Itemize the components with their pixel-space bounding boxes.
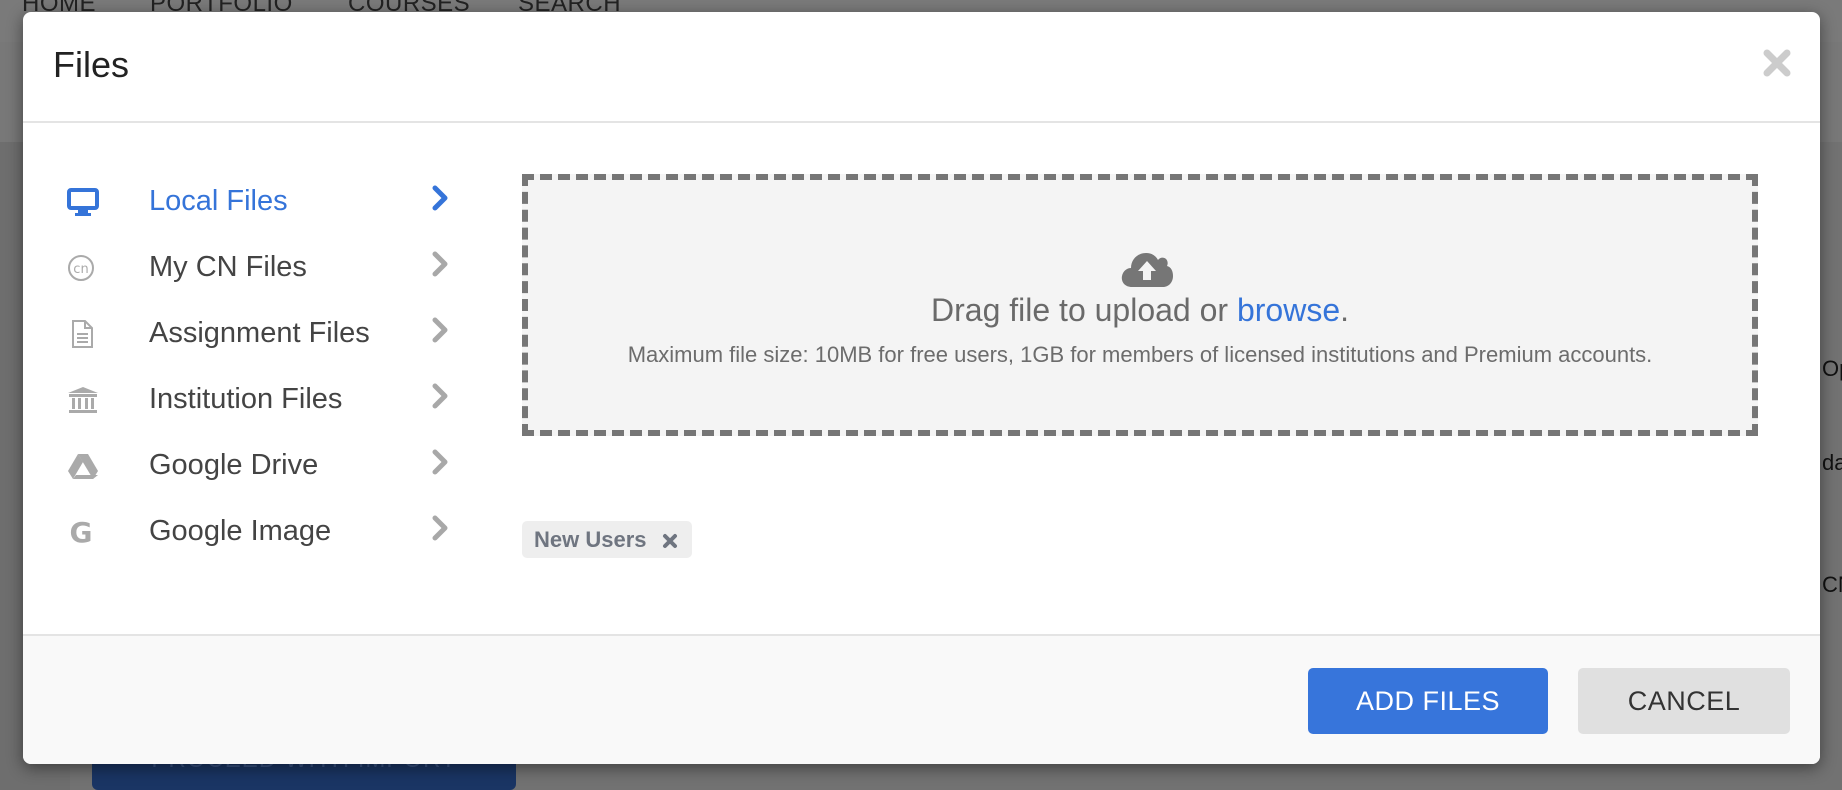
background-fragment: Opt bbox=[1822, 356, 1842, 381]
sidebar-item-institution-files[interactable]: Institution Files bbox=[67, 375, 448, 425]
dropzone-text: Drag file to upload or bbox=[931, 292, 1237, 328]
tag-label: New Users bbox=[534, 527, 647, 552]
close-icon bbox=[1763, 49, 1791, 77]
google-drive-icon bbox=[68, 454, 98, 479]
dropzone-period: . bbox=[1340, 292, 1349, 328]
chevron-right-icon bbox=[432, 251, 448, 277]
cancel-button[interactable]: CANCEL bbox=[1578, 668, 1790, 734]
cloud-upload-icon bbox=[1121, 253, 1173, 287]
files-modal: Files Local Files cn My CN Files Assignm… bbox=[23, 12, 1820, 764]
file-dropzone[interactable]: Drag file to upload or browse. Maximum f… bbox=[522, 174, 1758, 436]
modal-footer: ADD FILES CANCEL bbox=[23, 634, 1820, 764]
sidebar-item-assignment-files[interactable]: Assignment Files bbox=[67, 309, 448, 359]
cn-logo-icon: cn bbox=[68, 255, 94, 281]
institution-icon bbox=[68, 387, 98, 413]
svg-text:cn: cn bbox=[73, 262, 88, 277]
chevron-right-icon bbox=[432, 449, 448, 475]
sidebar-item-google-drive[interactable]: Google Drive bbox=[67, 441, 448, 491]
desktop-icon bbox=[67, 188, 99, 216]
sidebar-item-my-cn-files[interactable]: cn My CN Files bbox=[67, 243, 448, 293]
close-button[interactable] bbox=[1762, 48, 1792, 78]
sidebar-item-label: Institution Files bbox=[149, 383, 343, 415]
sidebar-item-label: Local Files bbox=[149, 185, 288, 217]
browse-link[interactable]: browse bbox=[1237, 292, 1340, 328]
sidebar-item-label: Google Drive bbox=[149, 449, 319, 481]
modal-header: Files bbox=[23, 12, 1820, 123]
sidebar-item-local-files[interactable]: Local Files bbox=[67, 177, 448, 227]
tag-chip: New Users bbox=[522, 521, 692, 558]
add-files-button[interactable]: ADD FILES bbox=[1308, 668, 1548, 734]
google-icon: G bbox=[70, 517, 93, 547]
remove-icon[interactable] bbox=[662, 533, 678, 549]
background-fragment: CN bbox=[1822, 572, 1842, 597]
modal-title: Files bbox=[53, 44, 130, 85]
chevron-right-icon bbox=[432, 317, 448, 343]
document-icon bbox=[72, 320, 93, 348]
sidebar-item-label: Google Image bbox=[149, 515, 332, 547]
dropzone-instruction: Drag file to upload or browse. bbox=[528, 292, 1752, 329]
sidebar-item-label: Assignment Files bbox=[149, 317, 370, 349]
sidebar-item-google-image[interactable]: G Google Image bbox=[67, 507, 448, 557]
background-fragment: da bbox=[1822, 450, 1842, 475]
chevron-right-icon bbox=[432, 185, 448, 211]
sidebar-item-label: My CN Files bbox=[149, 251, 307, 283]
svg-text:G: G bbox=[70, 517, 93, 547]
max-file-size-note: Maximum file size: 10MB for free users, … bbox=[627, 342, 1653, 367]
chevron-right-icon bbox=[432, 383, 448, 409]
chevron-right-icon bbox=[432, 515, 448, 541]
